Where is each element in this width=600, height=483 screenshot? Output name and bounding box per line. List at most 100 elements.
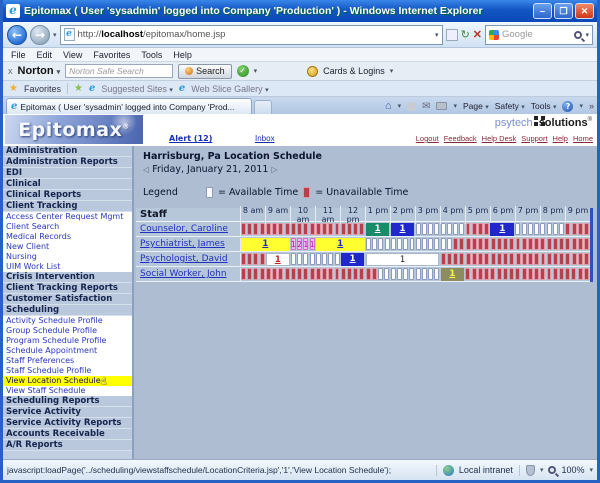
sidebar-item-clinical[interactable]: Clinical [3,179,132,190]
staff-name-link[interactable]: Counselor, Caroline [136,224,240,234]
slot-unavailable[interactable] [353,223,359,235]
slot-available[interactable] [422,238,427,250]
slot-unavailable[interactable] [577,253,583,265]
sidebar-item-crisis-intervention[interactable]: Crisis Intervention [3,272,132,283]
slot-unavailable[interactable] [515,238,521,250]
sidebar-item-client-tracking[interactable]: Client Tracking [3,201,132,212]
menu-help[interactable]: Help [173,50,192,60]
slot-unavailable[interactable] [334,268,340,280]
slot-unavailable[interactable] [565,238,571,250]
slot-unavailable[interactable] [322,223,327,235]
slot-available[interactable] [297,253,303,265]
slot-unavailable[interactable] [297,223,303,235]
slot-available[interactable] [527,223,533,235]
staff-name-link[interactable]: Social Worker, John [136,269,240,279]
web-slice-button[interactable]: Web Slice Gallery ▾ [191,84,268,94]
compatibility-view-icon[interactable] [445,28,458,41]
slot-unavailable[interactable] [303,223,309,235]
inbox-link[interactable]: Inbox [255,134,275,143]
sidebar-item-service-activity-reports[interactable]: Service Activity Reports [3,418,132,429]
slot-unavailable[interactable] [565,223,571,235]
slot-unavailable[interactable] [509,238,515,250]
slot-unavailable[interactable] [503,238,508,250]
slot-available[interactable] [540,223,546,235]
slot-unavailable[interactable] [565,253,571,265]
sidebar-item-accounts-receivable[interactable]: Accounts Receivable [3,429,132,440]
slot-unavailable[interactable] [540,268,546,280]
slot-unavailable[interactable] [559,253,565,265]
slot-unavailable[interactable] [471,223,477,235]
slot-unavailable[interactable] [552,268,558,280]
slot-unavailable[interactable] [241,268,246,280]
slot-unavailable[interactable] [571,253,577,265]
favorites-button[interactable]: Favorites [24,84,61,94]
zoom-level[interactable]: 100% [561,465,584,475]
slot-available[interactable] [309,253,315,265]
slot-available[interactable] [403,268,409,280]
slot-unavailable[interactable] [284,223,290,235]
slot-unavailable[interactable] [278,268,284,280]
slot-unavailable[interactable] [253,253,259,265]
slot-unavailable[interactable] [577,238,583,250]
appointment-block[interactable]: 1 [490,222,515,236]
slot-available[interactable] [384,268,390,280]
slot-available[interactable] [365,238,371,250]
sidebar-item-activity-schedule-profile[interactable]: Activity Schedule Profile [3,316,132,326]
slot-unavailable[interactable] [309,268,315,280]
appointment-block[interactable]: 1 [440,267,465,281]
slot-unavailable[interactable] [471,238,477,250]
sidebar-item-clinical-reports[interactable]: Clinical Reports [3,190,132,201]
slot-unavailable[interactable] [272,223,278,235]
slot-available[interactable] [403,238,409,250]
slot-unavailable[interactable] [465,268,471,280]
slot-booked[interactable]: 2 [297,238,303,250]
new-tab-button[interactable] [254,100,272,114]
slot-unavailable[interactable] [284,268,290,280]
slot-unavailable[interactable] [478,238,484,250]
appointment-block[interactable]: 1 [315,237,365,251]
link-help-desk[interactable]: Help Desk [482,134,517,143]
refresh-icon[interactable]: ↻ [461,28,470,41]
slot-available[interactable] [372,238,378,250]
slot-unavailable[interactable] [340,268,346,280]
url-field[interactable]: e http://localhost/epitomax/home.jsp ▾ [59,24,443,45]
sidebar-item-service-activity[interactable]: Service Activity [3,407,132,418]
slot-unavailable[interactable] [471,253,477,265]
menu-file[interactable]: File [11,50,26,60]
slot-available[interactable] [446,223,452,235]
norton-close-icon[interactable]: x [8,66,13,76]
appointment-block[interactable]: 1 [390,222,415,236]
sidebar-item-administration[interactable]: Administration [3,146,132,157]
slot-unavailable[interactable] [259,253,265,265]
slot-unavailable[interactable] [490,268,496,280]
sidebar-item-uim-work-list[interactable]: UIM Work List [3,262,132,272]
slot-unavailable[interactable] [521,268,527,280]
slot-unavailable[interactable] [546,238,552,250]
slot-unavailable[interactable] [515,268,521,280]
slot-unavailable[interactable] [571,223,577,235]
sidebar-item-edi[interactable]: EDI [3,168,132,179]
close-button[interactable]: ✕ [575,3,594,19]
slot-available[interactable] [559,223,565,235]
slot-available[interactable] [303,253,309,265]
search-box[interactable]: Google ▾ [485,24,593,45]
slot-unavailable[interactable] [459,253,465,265]
slot-unavailable[interactable] [527,268,533,280]
slot-unavailable[interactable] [272,268,278,280]
slot-unavailable[interactable] [552,253,558,265]
slot-unavailable[interactable] [509,268,515,280]
slot-unavailable[interactable] [278,223,284,235]
slot-unavailable[interactable] [453,238,459,250]
slot-unavailable[interactable] [478,223,483,235]
page-menu[interactable]: Page ▾ [463,101,489,111]
slot-unavailable[interactable] [265,268,271,280]
slot-available[interactable] [428,223,434,235]
slot-unavailable[interactable] [315,268,321,280]
next-day-icon[interactable]: ▷ [271,165,277,174]
slot-available[interactable] [434,268,440,280]
slot-available[interactable] [322,253,328,265]
slot-unavailable[interactable] [453,253,459,265]
slot-available[interactable] [409,268,415,280]
back-button[interactable]: ← [7,24,27,45]
slot-available[interactable] [315,253,321,265]
